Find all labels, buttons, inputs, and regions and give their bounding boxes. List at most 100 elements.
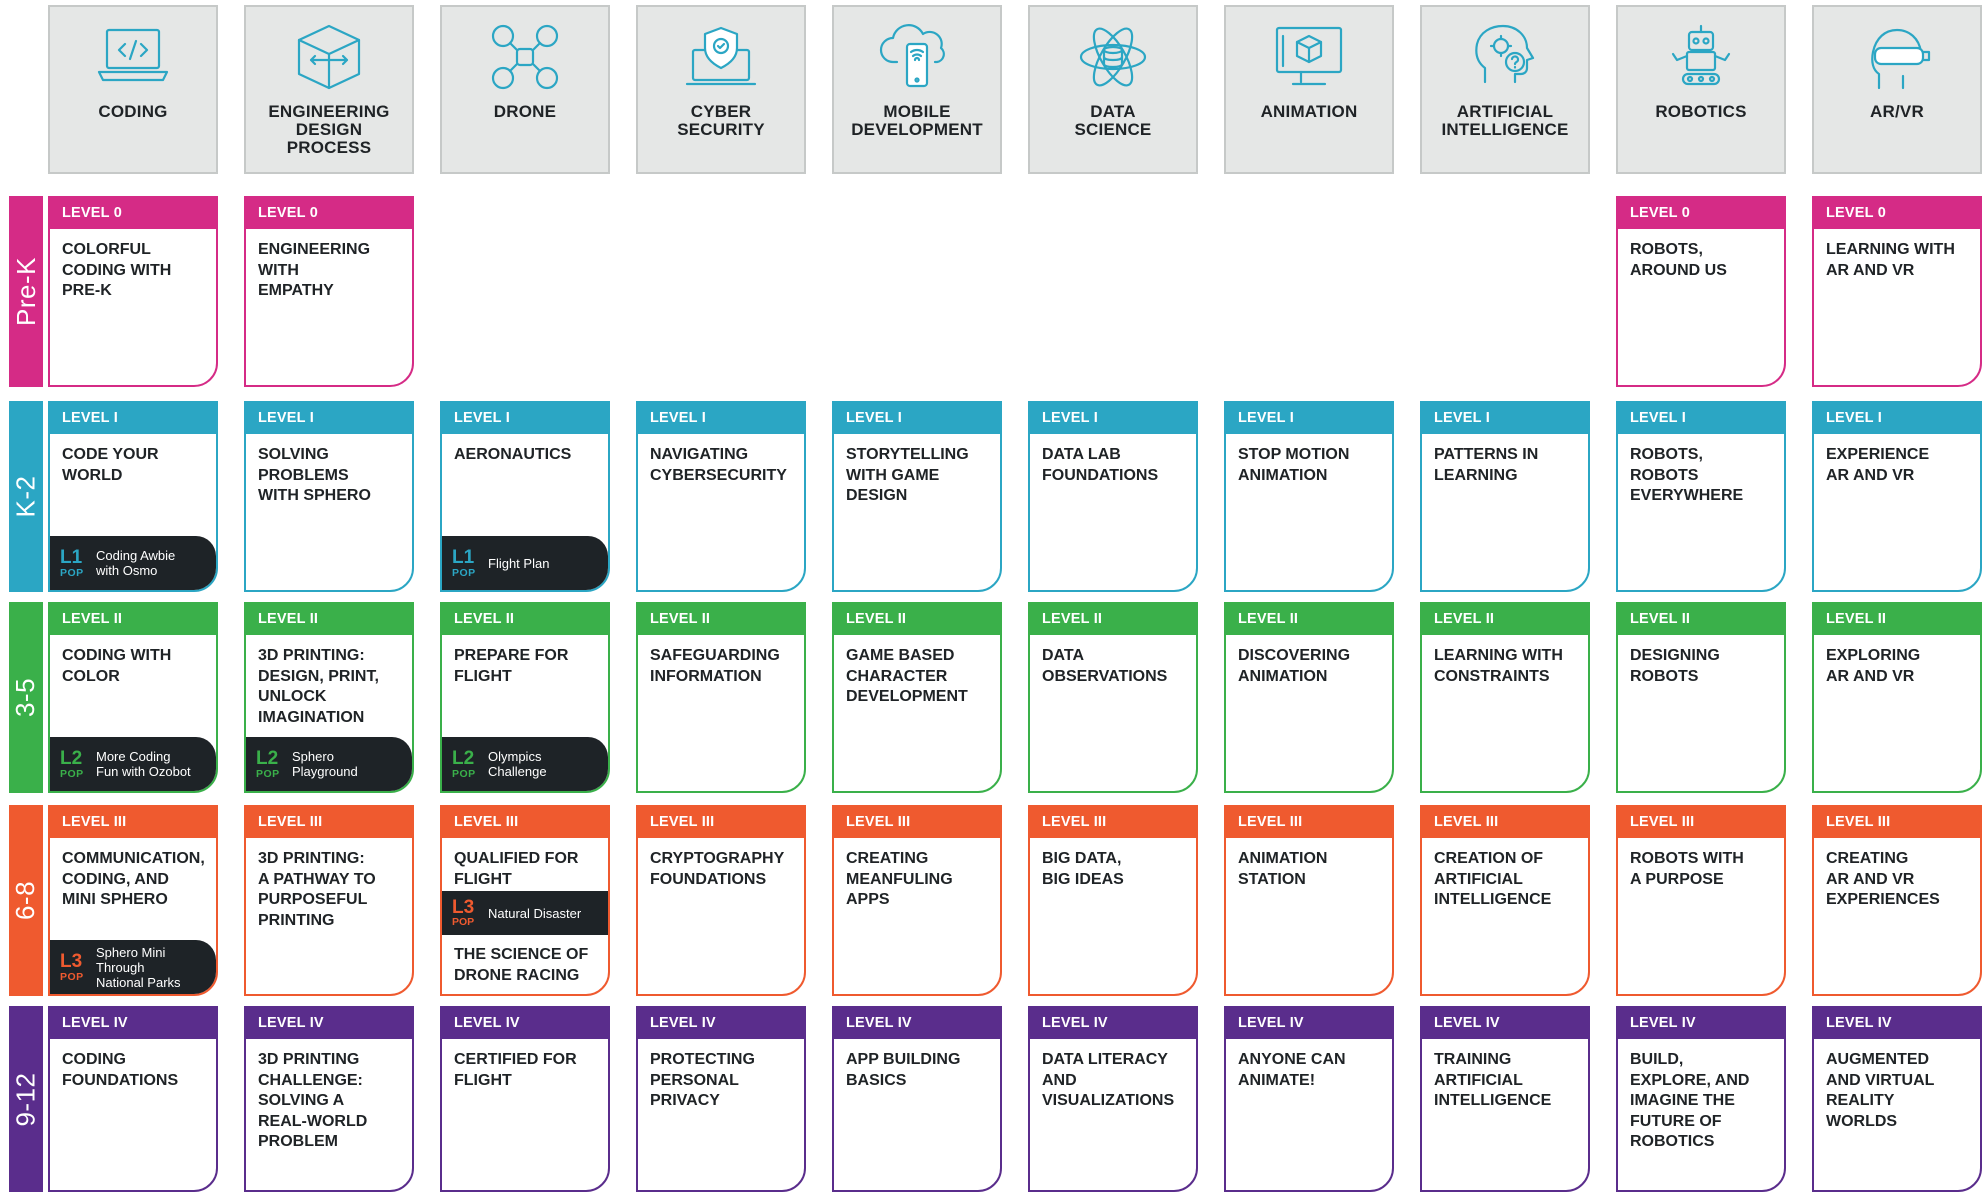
course-card[interactable]: LEVEL III ANIMATION STATION <box>1224 805 1394 996</box>
course-title: TRAINING ARTIFICIAL INTELLIGENCE <box>1434 1051 1552 1109</box>
course-card[interactable]: LEVEL IV CERTIFIED FOR FLIGHT <box>440 1006 610 1192</box>
course-title: LEARNING WITH AR AND VR <box>1826 241 1955 279</box>
course-card[interactable]: LEVEL II EXPLORING AR AND VR <box>1812 602 1982 793</box>
level-label: LEVEL IV <box>50 1008 216 1039</box>
pop-module[interactable]: L1 POP Coding Awbie with Osmo <box>50 536 216 590</box>
course-card[interactable]: LEVEL I AERONAUTICS L1 POP Flight Plan <box>440 401 610 592</box>
pop-tag: POP <box>60 566 84 579</box>
pop-module[interactable]: L2 POP Sphero Playground <box>246 737 412 791</box>
course-card[interactable]: LEVEL II SAFEGUARDING INFORMATION <box>636 602 806 793</box>
level-label: LEVEL III <box>1030 807 1196 838</box>
course-card[interactable]: LEVEL II 3D PRINTING: DESIGN, PRINT, UNLO… <box>244 602 414 793</box>
course-title: COLORFUL CODING WITH PRE-K <box>62 241 172 299</box>
pop-tag: POP <box>452 916 475 928</box>
course-card[interactable]: LEVEL 0 COLORFUL CODING WITH PRE-K <box>48 196 218 387</box>
level-label: LEVEL III <box>1422 807 1588 838</box>
course-card[interactable]: LEVEL III CREATING AR AND VR EXPERIENCES <box>1812 805 1982 996</box>
course-card[interactable]: LEVEL II PREPARE FOR FLIGHT L2 POP Olympics … <box>440 602 610 793</box>
course-title: DATA LITERACY AND VISUALIZATIONS <box>1042 1051 1175 1109</box>
pop-level-code: L2 <box>60 747 83 769</box>
pop-module[interactable]: L3 POP Natural Disaster <box>442 891 608 935</box>
pop-level-code: L1 <box>452 546 475 568</box>
course-title: CREATION OF ARTIFICIAL INTELLIGENCE <box>1434 850 1552 908</box>
course-card[interactable]: LEVEL I DATA LAB FOUNDATIONS <box>1028 401 1198 592</box>
course-card[interactable]: LEVEL III QUALIFIED FOR FLIGHT L3 POP Natura… <box>440 805 610 996</box>
course-title: APP BUILDING BASICS <box>846 1051 961 1089</box>
level-label: LEVEL I <box>1422 403 1588 434</box>
course-title: DESIGNING ROBOTS <box>1630 647 1720 685</box>
course-card[interactable]: LEVEL III CREATION OF ARTIFICIAL INTELLIG… <box>1420 805 1590 996</box>
course-title: CODE YOUR WORLD <box>62 446 159 484</box>
pop-title: More Coding Fun with Ozobot <box>96 749 191 779</box>
pop-level-code: L2 <box>256 747 279 769</box>
course-card[interactable]: LEVEL I STOP MOTION ANIMATION <box>1224 401 1394 592</box>
level-label: LEVEL IV <box>1422 1008 1588 1039</box>
course-card[interactable]: LEVEL IV ANYONE CAN ANIMATE! <box>1224 1006 1394 1192</box>
level-label: LEVEL 0 <box>1618 198 1784 229</box>
course-card[interactable]: LEVEL III ROBOTS WITH A PURPOSE <box>1616 805 1786 996</box>
course-card[interactable]: LEVEL II GAME BASED CHARACTER DEVELOPMENT <box>832 602 1002 793</box>
course-title: PATTERNS IN LEARNING <box>1434 446 1539 484</box>
course-card[interactable]: LEVEL IV AUGMENTED AND VIRTUAL REALITY WO… <box>1812 1006 1982 1192</box>
subject-name: DATA SCIENCE <box>1074 102 1152 139</box>
course-card[interactable]: LEVEL II CODING WITH COLOR L2 POP More Codin… <box>48 602 218 793</box>
course-card[interactable]: LEVEL I NAVIGATING CYBERSECURITY <box>636 401 806 592</box>
drone-icon <box>482 21 568 93</box>
course-title: CREATING AR AND VR EXPERIENCES <box>1826 850 1940 908</box>
subject-name: ARTIFICIAL INTELLIGENCE <box>1441 102 1569 139</box>
course-card[interactable]: LEVEL IV BUILD, EXPLORE, AND IMAGINE THE … <box>1616 1006 1786 1192</box>
monitor-cube-icon <box>1266 21 1352 93</box>
course-card[interactable]: LEVEL III CREATING MEANFULING APPS <box>832 805 1002 996</box>
level-label: LEVEL III <box>442 807 608 838</box>
course-card[interactable]: LEVEL I CODE YOUR WORLD L1 POP Coding Awbie … <box>48 401 218 592</box>
level-label: LEVEL I <box>1814 403 1980 434</box>
course-card[interactable]: LEVEL IV CODING FOUNDATIONS <box>48 1006 218 1192</box>
pop-module[interactable]: L1 POP Flight Plan <box>442 536 608 590</box>
grade-band: 3-5 <box>9 602 43 793</box>
course-card[interactable]: LEVEL 0 ROBOTS, AROUND US <box>1616 196 1786 387</box>
subject-tile: CYBER SECURITY <box>636 5 806 174</box>
course-title: GAME BASED CHARACTER DEVELOPMENT <box>846 647 968 705</box>
course-title: COMMUNICATION, CODING, AND MINI SPHERO <box>62 850 205 908</box>
course-card[interactable]: LEVEL III CRYPTOGRAPHY FOUNDATIONS <box>636 805 806 996</box>
course-card[interactable]: LEVEL IV DATA LITERACY AND VISUALIZATIONS <box>1028 1006 1198 1192</box>
course-card[interactable]: LEVEL I ROBOTS, ROBOTS EVERYWHERE <box>1616 401 1786 592</box>
course-title: SAFEGUARDING INFORMATION <box>650 647 780 685</box>
course-card[interactable]: LEVEL I STORYTELLING WITH GAME DESIGN <box>832 401 1002 592</box>
course-card[interactable]: LEVEL II DATA OBSERVATIONS <box>1028 602 1198 793</box>
course-title: BIG DATA, BIG IDEAS <box>1042 850 1124 888</box>
subject-tile: AR/VR <box>1812 5 1982 174</box>
course-card[interactable]: LEVEL 0 LEARNING WITH AR AND VR <box>1812 196 1982 387</box>
level-label: LEVEL I <box>50 403 216 434</box>
level-label: LEVEL IV <box>834 1008 1000 1039</box>
course-card[interactable]: LEVEL IV PROTECTING PERSONAL PRIVACY <box>636 1006 806 1192</box>
pop-level-code: L2 <box>452 747 475 769</box>
course-card[interactable]: LEVEL III COMMUNICATION, CODING, AND MINI… <box>48 805 218 996</box>
course-card[interactable]: LEVEL II DISCOVERING ANIMATION <box>1224 602 1394 793</box>
head-gears-icon <box>1462 21 1548 93</box>
course-card[interactable]: LEVEL IV TRAINING ARTIFICIAL INTELLIGENCE <box>1420 1006 1590 1192</box>
course-card[interactable]: LEVEL III BIG DATA, BIG IDEAS <box>1028 805 1198 996</box>
pop-module[interactable]: L2 POP Olympics Challenge <box>442 737 608 791</box>
course-card[interactable]: LEVEL I SOLVING PROBLEMS WITH SPHERO <box>244 401 414 592</box>
subject-name: CYBER SECURITY <box>677 102 765 139</box>
course-title: SOLVING PROBLEMS WITH SPHERO <box>258 446 371 504</box>
course-card[interactable]: LEVEL III 3D PRINTING: A PATHWAY TO PURPO… <box>244 805 414 996</box>
level-label: LEVEL II <box>442 604 608 635</box>
level-label: LEVEL I <box>1030 403 1196 434</box>
course-card[interactable]: LEVEL II LEARNING WITH CONSTRAINTS <box>1420 602 1590 793</box>
grade-band-label: 3-5 <box>10 677 41 718</box>
course-card[interactable]: LEVEL II DESIGNING ROBOTS <box>1616 602 1786 793</box>
course-card[interactable]: LEVEL IV APP BUILDING BASICS <box>832 1006 1002 1192</box>
grade-band-label: 9-12 <box>10 1071 41 1127</box>
course-card[interactable]: LEVEL I PATTERNS IN LEARNING <box>1420 401 1590 592</box>
course-card[interactable]: LEVEL 0 ENGINEERING WITH EMPATHY <box>244 196 414 387</box>
subject-tile: DATA SCIENCE <box>1028 5 1198 174</box>
course-card[interactable]: LEVEL I EXPERIENCE AR AND VR <box>1812 401 1982 592</box>
grade-band-label: 6-8 <box>10 880 41 921</box>
pop-module[interactable]: L3 POP Sphero Mini Through National Parks <box>50 940 216 994</box>
level-label: LEVEL II <box>1030 604 1196 635</box>
level-label: LEVEL II <box>1226 604 1392 635</box>
pop-module[interactable]: L2 POP More Coding Fun with Ozobot <box>50 737 216 791</box>
course-card[interactable]: LEVEL IV 3D PRINTING CHALLENGE: SOLVING A… <box>244 1006 414 1192</box>
